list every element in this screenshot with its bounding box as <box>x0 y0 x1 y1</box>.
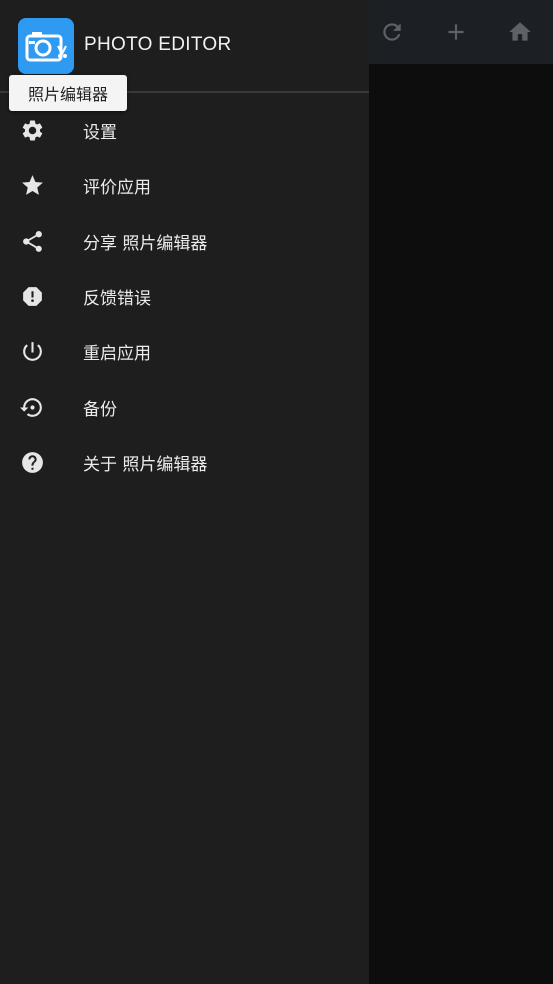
app-title: PHOTO EDITOR <box>84 34 232 55</box>
menu-item-label: 备份 <box>83 399 117 420</box>
app-name-tooltip: 照片编辑器 <box>9 75 127 111</box>
menu-item-label: 设置 <box>83 123 117 144</box>
menu-item-about[interactable]: 关于 照片编辑器 <box>0 435 369 490</box>
restore-icon <box>19 394 45 420</box>
menu-item-restart-app[interactable]: 重启应用 <box>0 324 369 379</box>
star-icon <box>19 173 45 199</box>
menu-item-label: 分享 照片编辑器 <box>83 233 208 254</box>
navigation-drawer: PHOTO EDITOR 照片编辑器 设置 评价应用 分享 照片编辑器 反馈错误… <box>0 0 369 984</box>
camera-app-icon[interactable] <box>18 18 74 74</box>
refresh-icon[interactable] <box>376 14 408 50</box>
share-icon <box>19 228 45 254</box>
menu-item-share[interactable]: 分享 照片编辑器 <box>0 214 369 269</box>
gear-icon <box>19 118 45 144</box>
menu-item-label: 关于 照片编辑器 <box>83 454 208 475</box>
home-icon[interactable] <box>504 14 536 50</box>
report-icon <box>19 284 45 310</box>
menu-item-settings[interactable]: 设置 <box>0 103 369 158</box>
power-icon <box>19 339 45 365</box>
help-icon <box>19 449 45 475</box>
menu-item-report-bug[interactable]: 反馈错误 <box>0 269 369 324</box>
menu-item-label: 重启应用 <box>83 344 151 365</box>
menu-item-rate-app[interactable]: 评价应用 <box>0 158 369 213</box>
menu-item-label: 反馈错误 <box>83 289 151 310</box>
drawer-menu: 设置 评价应用 分享 照片编辑器 反馈错误 重启应用 备份 关于 照片编辑器 <box>0 103 369 490</box>
menu-item-backup[interactable]: 备份 <box>0 379 369 434</box>
add-icon[interactable] <box>440 14 472 50</box>
menu-item-label: 评价应用 <box>83 178 151 199</box>
